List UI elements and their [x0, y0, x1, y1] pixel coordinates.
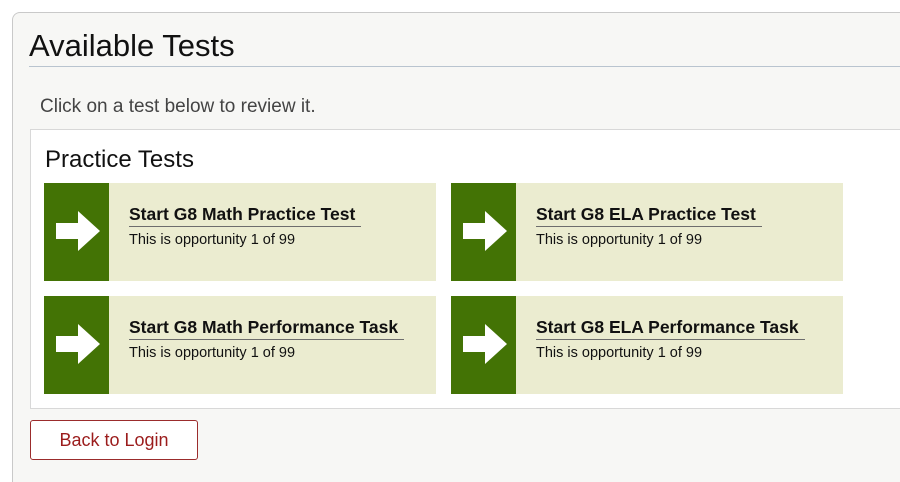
section-title: Practice Tests [45, 146, 194, 173]
opportunity-text: This is opportunity 1 of 99 [129, 345, 296, 361]
opportunity-text: This is opportunity 1 of 99 [536, 345, 703, 361]
back-to-login-button[interactable]: Back to Login [30, 420, 198, 460]
test-card-g8-math-practice[interactable]: Start G8 Math Practice Test This is oppo… [44, 183, 436, 281]
arrow-right-icon [44, 296, 109, 394]
arrow-right-icon [451, 296, 516, 394]
title-divider [29, 66, 900, 67]
test-card-g8-ela-practice[interactable]: Start G8 ELA Practice Test This is oppor… [451, 183, 843, 281]
opportunity-text: This is opportunity 1 of 99 [536, 232, 703, 248]
app-window: Available Tests Click on a test below to… [12, 12, 900, 482]
test-card-g8-math-performance[interactable]: Start G8 Math Performance Task This is o… [44, 296, 436, 394]
test-card-g8-ela-performance[interactable]: Start G8 ELA Performance Task This is op… [451, 296, 843, 394]
test-link-title[interactable]: Start G8 Math Performance Task [129, 316, 405, 340]
instructions-text: Click on a test below to review it. [40, 96, 316, 117]
arrow-right-icon [451, 183, 516, 281]
arrow-right-icon [44, 183, 109, 281]
test-link-title[interactable]: Start G8 ELA Practice Test [536, 203, 762, 227]
test-link-title[interactable]: Start G8 ELA Performance Task [536, 316, 805, 340]
test-link-title[interactable]: Start G8 Math Practice Test [129, 203, 362, 227]
practice-tests-panel: Practice Tests Start G8 Math Practice Te… [30, 129, 900, 409]
opportunity-text: This is opportunity 1 of 99 [129, 232, 296, 248]
page-title: Available Tests [29, 28, 235, 63]
